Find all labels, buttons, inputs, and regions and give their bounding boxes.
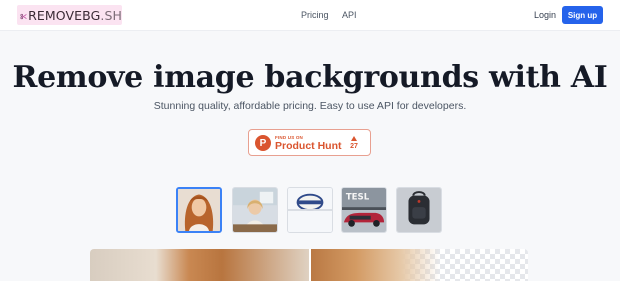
upvote-count: 27 [350, 143, 358, 150]
product-hunt-icon: P [255, 135, 271, 151]
brand-logo[interactable]: REMOVEBG.SH [17, 5, 122, 25]
nav-api-link[interactable]: API [342, 10, 357, 20]
brand-logo-text: REMOVEBG.SH [28, 7, 122, 23]
original-image-preview [90, 249, 310, 281]
transparent-background-preview [310, 249, 528, 281]
product-hunt-badge[interactable]: P FIND US ON Product Hunt 27 [248, 129, 371, 156]
comparison-divider[interactable] [309, 249, 311, 281]
sample-thumbnail-woman-desk[interactable] [232, 187, 278, 233]
woman-desk-image [233, 188, 277, 232]
scissors-icon [20, 7, 27, 23]
sample-thumbnail-logo-sticker[interactable] [287, 187, 333, 233]
sample-thumbnail-woman-red-hair[interactable] [176, 187, 222, 233]
svg-text:TESL: TESL [346, 192, 370, 202]
sample-thumbnail-backpack[interactable] [396, 187, 442, 233]
woman-red-hair-image [178, 189, 220, 231]
page-title: Remove image backgrounds with AI [12, 60, 608, 95]
product-hunt-name: Product Hunt [275, 140, 342, 152]
backpack-image [397, 188, 441, 232]
top-nav-bar: REMOVEBG.SH Pricing API Login Sign up [0, 0, 620, 31]
tesla-car-image: TESL [342, 188, 386, 232]
cutout-subject [310, 249, 440, 281]
login-link[interactable]: Login [534, 10, 556, 20]
signup-button[interactable]: Sign up [562, 6, 603, 24]
nav-pricing-link[interactable]: Pricing [301, 10, 329, 20]
page-subtitle: Stunning quality, affordable pricing. Ea… [153, 100, 467, 112]
result-preview [90, 249, 528, 281]
upvote-arrow-icon [351, 136, 357, 141]
sample-thumbnail-tesla-car[interactable]: TESL [341, 187, 387, 233]
logo-sticker-image [288, 188, 332, 232]
